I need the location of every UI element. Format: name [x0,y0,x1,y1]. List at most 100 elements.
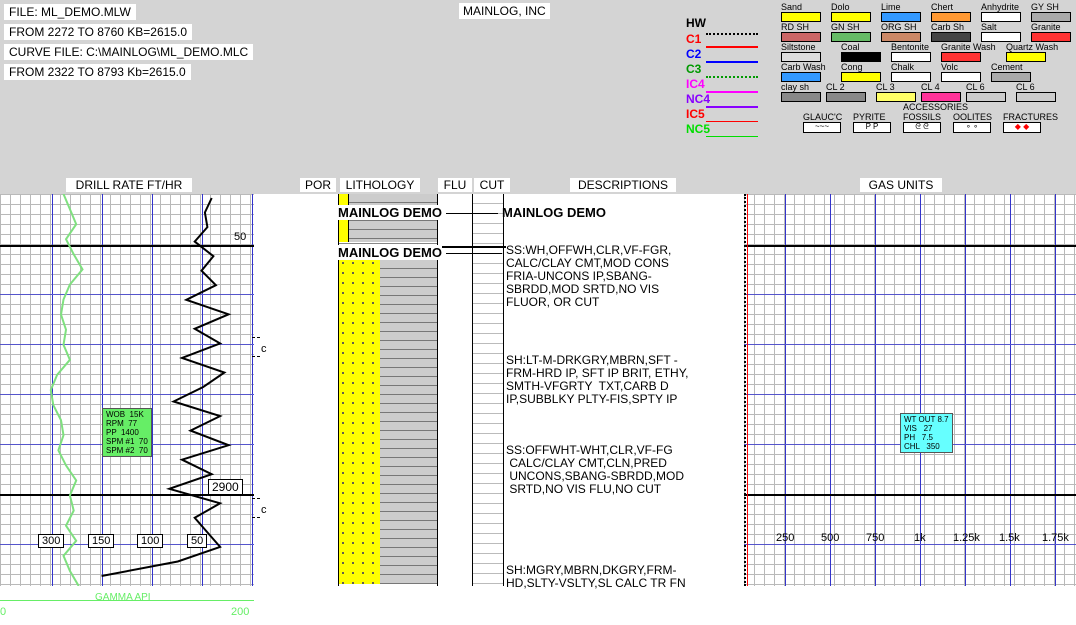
lithology-legend-label: CL 2 [826,82,845,92]
curve-file: CURVE FILE: C:\MAINLOG\ML_DEMO.MLC [4,44,254,60]
gas-scale-1-25k: 1.25k [953,532,980,544]
lithology-swatch [831,32,871,42]
descriptions-title: DESCRIPTIONS [570,178,676,192]
gas-scale-500: 500 [821,532,840,544]
curve-nc5-label: NC5 [686,122,711,136]
lithology-swatch [826,92,866,102]
gamma-min: 0 [0,606,7,618]
gas-scale-1-5k: 1.5k [999,532,1020,544]
description-3: SS:OFFWHT-WHT,CLR,VF-FG CALC/CLAY CMT,CL… [506,443,685,496]
por-title: POR [300,178,336,192]
company-name: MAINLOG, INC [459,3,550,19]
scale-50: 50 [187,534,208,548]
mainlog-tag-3: MAINLOG DEMO [338,245,442,260]
depth-label-50: 50 [234,231,247,243]
lithology-legend-label: Dolo [831,2,850,12]
accessory-oolites-label: OOLITES [953,112,993,122]
lithology-legend-label: Cong [841,62,863,72]
lithology-legend-label: Anhydrite [981,2,1020,12]
lithology-legend-label: Volc [941,62,959,72]
gamma-curve [49,194,84,586]
lithology-swatch [841,72,881,82]
lithology-legend-label: GY SH [1031,2,1059,12]
curve-c2-label: C2 [686,47,702,61]
lithology-legend-label: Carb Wash [781,62,826,72]
lithology-legend-label: CL 4 [921,82,940,92]
mainlog-tag-1: MAINLOG DEMO [338,205,442,220]
gamma-line [49,194,84,586]
mud-properties-box: WT OUT 8.7 VIS 27 PH 7.5 CHL 350 [900,413,953,453]
lithology-swatch [1031,12,1071,22]
gas-scale-750: 750 [866,532,885,544]
description-1: SS:WH,OFFWH,CLR,VF-FGR, CALC/CLAY CMT,MO… [506,243,672,309]
lithology-swatch [931,32,971,42]
lithology-swatch [891,72,931,82]
gas-c1-curve [747,194,748,586]
c-mark-2: c [261,504,267,516]
lithology-swatch [881,32,921,42]
gas-track [744,194,1076,586]
gas-units-title: GAS UNITS [860,178,942,192]
scale-300: 300 [38,534,65,548]
curve-c2-line [706,61,758,63]
cut-title: CUT [474,178,510,192]
gas-scale-1k: 1k [914,532,926,544]
curve-ic5-label: IC5 [686,107,705,121]
curve-c1-line [706,46,758,48]
fossils-icon: ᘓ ᘓ [903,122,941,133]
accessory-pyrite-label: PYRITE [853,112,886,122]
scale-150: 150 [88,534,115,548]
gas-scale-250: 250 [776,532,795,544]
pyrite-icon: P P [853,122,891,133]
depth-label-2900: 2900 [208,479,243,495]
lithology-swatch [881,12,921,22]
lithology-swatch [781,12,821,22]
lithology-legend-label: Chalk [891,62,915,72]
lithology-swatch [876,92,916,102]
lithology-swatch [831,12,871,22]
description-2: SH:LT-M-DRKGRY,MBRN,SFT - FRM-HRD IP, SF… [506,353,689,406]
curve-ic4-line [706,91,758,93]
curve-c3-label: C3 [686,62,702,76]
curve-range: FROM 2322 TO 8793 Kb=2615.0 [4,64,191,80]
glauconite-icon: ~~~ [803,122,841,133]
scale-100: 100 [137,534,164,548]
lithology-legend-label: CL 3 [876,82,895,92]
curve-nc4-line [706,106,758,108]
accessory-glauconite-label: GLAUC'C [803,112,843,122]
flu-title: FLU [438,178,472,192]
accessory-fractures-label: FRACTURES [1003,112,1059,122]
mainlog-tag-2: MAINLOG DEMO [502,205,606,220]
lithology-legend-label: CL 6 [966,82,985,92]
lithology-swatch [891,52,931,62]
lithology-legend-label: Bentonite [891,42,930,52]
drill-rate-title: DRILL RATE FT/HR [66,178,192,192]
lithology-legend-label: GN SH [831,22,860,32]
lithology-legend-label: Chert [931,2,954,12]
drill-rate-curve [101,197,232,577]
lithology-legend-label: Siltstone [781,42,816,52]
lithology-legend-label: Quartz Wash [1006,42,1059,52]
lithology-swatch [781,92,821,102]
drill-rate-svg [49,194,232,586]
file-name: FILE: ML_DEMO.MLW [4,4,136,20]
lithology-legend-label: clay sh [781,82,810,92]
lithology-legend-label: Coal [841,42,860,52]
oolites-icon: ∘ ∘ [953,122,991,133]
drill-rate-line [101,197,232,577]
gamma-label: GAMMA API [95,592,151,603]
curve-ic5-line [706,121,758,122]
lithology-swatch [1031,32,1071,42]
curve-ic4-label: IC4 [686,77,705,91]
lithology-legend-label: RD SH [781,22,810,32]
lithology-swatch [981,12,1021,22]
drilling-params-box: WOB 15K RPM 77 PP 1400 SPM #1 70 SPM #2 … [102,408,152,457]
lithology-legend-label: ORG SH [881,22,917,32]
gamma-max: 200 [231,606,250,618]
lithology-swatch [1016,92,1056,102]
lithology-swatch [921,92,961,102]
accessory-fossils-label: FOSSILS [903,112,942,122]
description-4: SH:MGRY,MBRN,DKGRY,FRM- HD,SLTY-VSLTY,SL… [506,563,686,590]
curve-c1-label: C1 [686,32,702,46]
curve-hw-line [706,33,758,35]
